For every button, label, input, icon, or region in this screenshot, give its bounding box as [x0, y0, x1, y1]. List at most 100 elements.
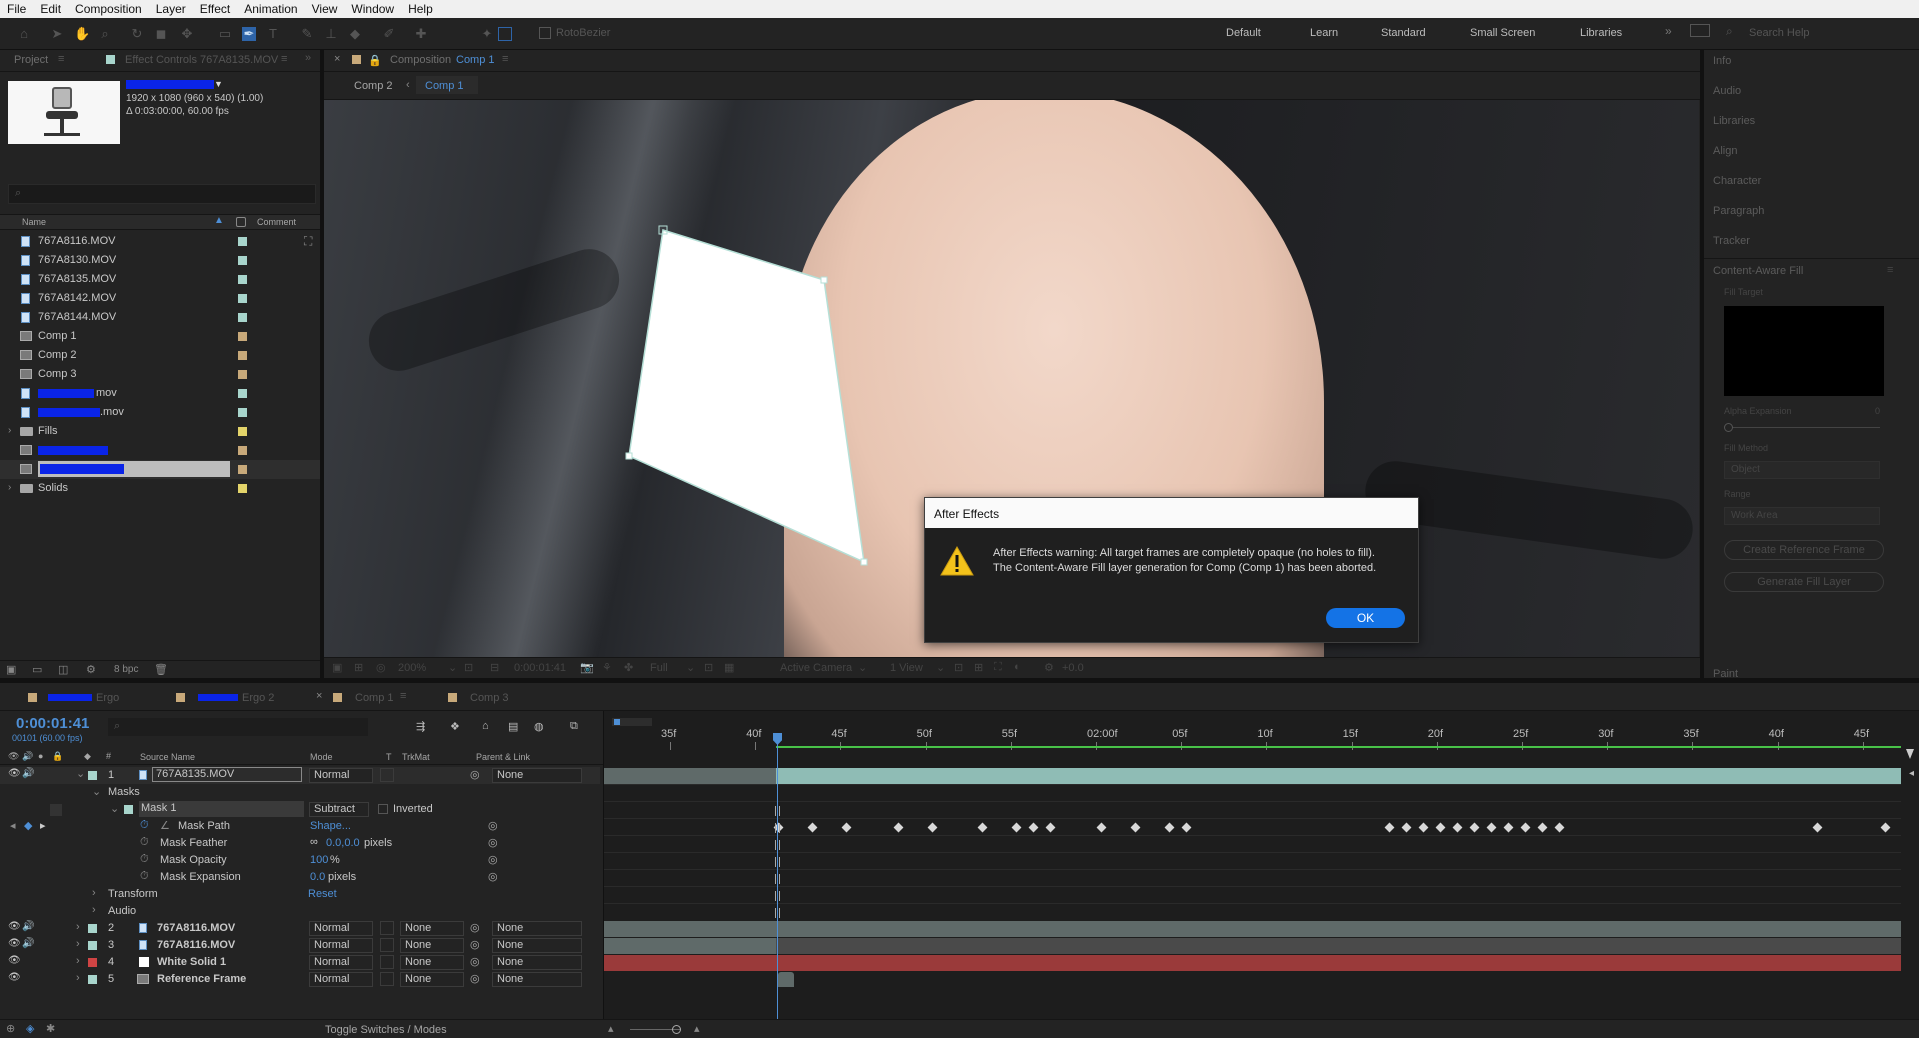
layer-trkmat-select[interactable]: None — [400, 955, 464, 970]
layer-label-swatch[interactable] — [88, 924, 97, 933]
home-icon[interactable]: ⌂ — [17, 27, 31, 41]
project-item[interactable]: Comp 3 — [0, 365, 320, 384]
layer-mode-select[interactable]: Normal — [309, 955, 373, 970]
project-item[interactable]: 767A8144.MOV — [0, 308, 320, 327]
snapshot-icon[interactable]: 📷 — [580, 661, 594, 674]
expand-arrow-icon[interactable]: › — [76, 921, 80, 933]
frame-blending-icon[interactable]: ▤ — [508, 720, 518, 733]
mask1-row[interactable]: ⌄ Mask 1 Subtract Inverted — [0, 801, 600, 818]
hand-tool-icon[interactable]: ✋ — [74, 27, 90, 41]
panel-menu-icon-2[interactable]: ≡ — [281, 53, 287, 65]
menu-animation[interactable]: Animation — [237, 2, 304, 16]
project-item-label-swatch[interactable] — [238, 408, 247, 417]
zoom-slider-handle[interactable] — [672, 1025, 681, 1034]
layer-t-box[interactable] — [380, 972, 394, 986]
project-item[interactable]: 767A8130.MOV — [0, 251, 320, 270]
panel-paragraph[interactable]: Paragraph — [1713, 205, 1764, 217]
layer-name[interactable]: 767A8116.MOV — [157, 939, 235, 951]
layer1-name[interactable]: 767A8135.MOV — [152, 767, 302, 782]
camera-tool-icon[interactable]: ◼ — [154, 27, 168, 41]
layer-switches-icon[interactable]: ⊕ — [6, 1022, 15, 1035]
layer-mode-select[interactable]: Normal — [309, 972, 373, 987]
draft-3d-icon[interactable]: ❖ — [450, 720, 460, 733]
project-search-input[interactable]: ⌕ — [8, 184, 316, 204]
channel-icon[interactable]: ✤ — [624, 661, 633, 674]
tab-project[interactable]: Project — [14, 54, 48, 66]
layer-name[interactable]: Reference Frame — [157, 973, 246, 985]
layer-name[interactable]: 767A8116.MOV — [157, 922, 235, 934]
eye-icon[interactable]: 👁 — [8, 921, 21, 932]
eye-icon[interactable]: 👁 — [8, 938, 21, 949]
rectangle-tool-icon[interactable]: ▭ — [218, 27, 232, 41]
camera-dropdown-icon[interactable]: ⌄ — [858, 661, 867, 674]
layer-label-swatch[interactable] — [88, 975, 97, 984]
mask1-expand-icon[interactable]: ⌄ — [110, 802, 119, 815]
ok-button[interactable]: OK — [1326, 608, 1405, 628]
audio-row[interactable]: › Audio — [0, 903, 600, 920]
project-item-label-swatch[interactable] — [238, 332, 247, 341]
col-comment[interactable]: Comment — [257, 217, 296, 227]
comp-flowchart-icon[interactable]: ⇶ — [416, 720, 425, 733]
project-item[interactable] — [0, 460, 320, 479]
audio-switch-icon[interactable]: 🔊 — [22, 751, 33, 762]
graph-editor-icon[interactable]: ⧉ — [570, 720, 578, 733]
workspace-default[interactable]: Default — [1226, 27, 1261, 39]
comp-panel-menu-icon[interactable]: ≡ — [502, 53, 508, 65]
motion-blur-icon[interactable]: ◍ — [534, 720, 544, 733]
project-item[interactable] — [0, 441, 320, 460]
layer-name[interactable]: White Solid 1 — [157, 956, 226, 968]
menu-layer[interactable]: Layer — [149, 2, 193, 16]
comp-tab-prefix[interactable]: Composition — [390, 54, 451, 66]
project-item[interactable]: mov — [0, 384, 320, 403]
camera-value[interactable]: Active Camera — [780, 662, 852, 674]
layer5-bar[interactable] — [778, 972, 794, 987]
layer1-bar[interactable] — [776, 768, 1901, 784]
mask-expansion-value[interactable]: 0.0 — [310, 871, 325, 883]
menu-window[interactable]: Window — [344, 2, 401, 16]
new-folder-icon[interactable]: ▭ — [32, 663, 42, 676]
work-area-nav[interactable] — [612, 718, 652, 726]
mask-shape[interactable] — [628, 229, 865, 564]
project-item[interactable]: › Solids — [0, 479, 320, 498]
project-item-label-swatch[interactable] — [238, 313, 247, 322]
exposure-icon[interactable]: ⚙ — [1044, 661, 1054, 674]
alpha-expansion-value[interactable]: 0 — [1875, 406, 1880, 416]
comp-tab-name[interactable]: Comp 1 — [456, 54, 495, 66]
toggle-switches-modes[interactable]: Toggle Switches / Modes — [325, 1024, 447, 1036]
col-t[interactable]: T — [386, 752, 392, 762]
layer1-t-box[interactable] — [380, 768, 394, 782]
col-parent[interactable]: Parent & Link — [476, 752, 530, 762]
tab-ergo-2[interactable]: Ergo 2 — [242, 692, 274, 704]
mask-opacity-row[interactable]: ⏱ Mask Opacity 100 % ◎ — [0, 852, 600, 869]
mask-expansion-row[interactable]: ⏱ Mask Expansion 0.0 pixels ◎ — [0, 869, 600, 886]
panel-character[interactable]: Character — [1713, 175, 1761, 187]
zoom-in-icon[interactable]: ▴ — [694, 1022, 700, 1035]
mask-vertex-3[interactable] — [860, 558, 868, 566]
interpret-footage-icon[interactable]: ▣ — [6, 663, 16, 676]
mask-path-pickwhip-icon[interactable]: ◎ — [488, 819, 498, 832]
color-settings-icon[interactable]: ⚙ — [86, 663, 96, 676]
transform-expand-icon[interactable]: › — [92, 887, 96, 899]
project-item-label-swatch[interactable] — [238, 351, 247, 360]
comp-lock-icon[interactable]: 🔒 — [368, 54, 382, 67]
project-item[interactable]: 767A8116.MOV — [0, 232, 320, 251]
project-item-label-swatch[interactable] — [238, 427, 247, 436]
number-col[interactable]: # — [106, 751, 111, 761]
link-icon[interactable]: ∞ — [310, 836, 318, 848]
zoom-out-icon[interactable]: ▴ — [608, 1022, 614, 1035]
mask-feather-row[interactable]: ⏱ Mask Feather ∞ 0.0,0.0 pixels ◎ — [0, 835, 600, 852]
transparency-grid-icon[interactable]: ▦ — [724, 661, 734, 674]
layer1-pickwhip-icon[interactable]: ◎ — [470, 768, 480, 781]
col-source-name[interactable]: Source Name — [140, 752, 195, 762]
layer1-eye-icon[interactable]: 👁 — [8, 768, 21, 779]
layer-trkmat-select[interactable]: None — [400, 938, 464, 953]
mask-expansion-pickwhip-icon[interactable]: ◎ — [488, 870, 498, 883]
alpha-slider-handle[interactable] — [1724, 423, 1733, 432]
timeline-search-input[interactable]: ⌕ — [108, 718, 368, 736]
project-item[interactable]: 767A8135.MOV — [0, 270, 320, 289]
layer-row[interactable]: 👁 › 5 Reference Frame Normal None ◎ None — [0, 971, 600, 988]
solo-switch-icon[interactable]: ● — [38, 751, 43, 761]
mask-vertex-4[interactable] — [625, 452, 633, 460]
layer-parent-select[interactable]: None — [492, 972, 582, 987]
menu-composition[interactable]: Composition — [68, 2, 149, 16]
